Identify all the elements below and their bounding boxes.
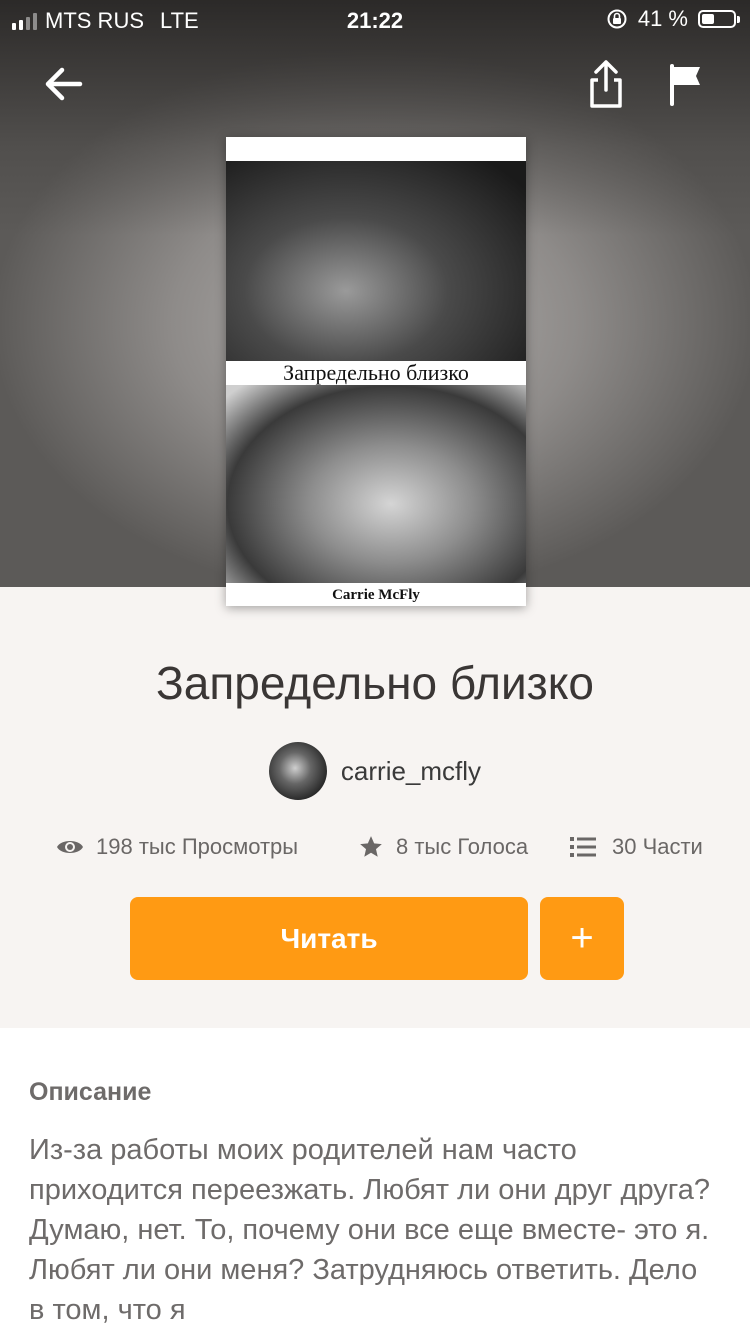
star-icon bbox=[360, 836, 382, 857]
parts-label: 30 Части bbox=[612, 834, 703, 859]
stat-views: 198 тыс Просмотры bbox=[56, 834, 298, 860]
cover-title: Запредельно близко bbox=[283, 360, 469, 385]
avatar[interactable] bbox=[268, 742, 327, 800]
stat-votes: 8 тыс Голоса bbox=[358, 834, 528, 860]
stat-parts: 30 Части bbox=[570, 834, 703, 860]
eye-icon bbox=[57, 841, 83, 853]
battery-icon bbox=[698, 10, 740, 28]
flag-icon bbox=[670, 64, 700, 106]
author-row[interactable]: carrie_mcfly bbox=[0, 742, 750, 800]
orientation-lock-icon bbox=[607, 9, 627, 29]
description-heading: Описание bbox=[29, 1078, 152, 1106]
author-username[interactable]: carrie_mcfly bbox=[341, 756, 481, 787]
status-right: 41 % bbox=[606, 6, 740, 32]
votes-label: 8 тыс Голоса bbox=[396, 834, 529, 859]
description-card: Описание Из-за работы моих родителей нам… bbox=[0, 1028, 750, 1334]
cover-photo-top bbox=[226, 161, 526, 361]
report-button[interactable] bbox=[666, 62, 706, 108]
cover-author: Carrie McFly bbox=[332, 587, 420, 603]
story-cover[interactable]: Запредельно близко Carrie McFly bbox=[226, 137, 526, 606]
story-title: Запредельно близко bbox=[155, 657, 595, 709]
status-bar: MTS RUS LTE 21:22 41 % bbox=[0, 0, 750, 40]
list-icon bbox=[570, 837, 596, 857]
back-button[interactable] bbox=[40, 60, 88, 108]
add-to-library-button[interactable]: + bbox=[540, 897, 624, 980]
share-icon bbox=[590, 60, 622, 108]
cover-photo-bottom bbox=[226, 385, 526, 583]
story-stats: 198 тыс Просмотры 8 тыс Голоса 30 Части bbox=[56, 834, 716, 866]
views-label: 198 тыс Просмотры bbox=[96, 834, 299, 859]
share-button[interactable] bbox=[584, 58, 628, 110]
battery-percent: 41 % bbox=[637, 6, 688, 31]
description-text: Из-за работы моих родителей нам часто пр… bbox=[29, 1134, 710, 1326]
read-button[interactable]: Читать bbox=[130, 897, 528, 980]
arrow-left-icon bbox=[45, 67, 83, 101]
